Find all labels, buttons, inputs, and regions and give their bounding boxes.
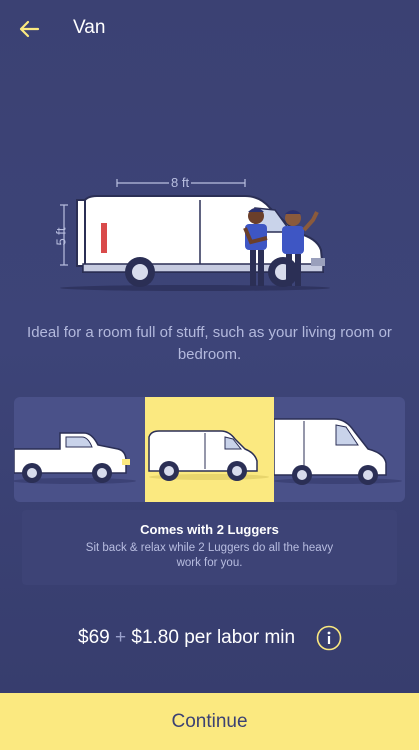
- luggers-subtitle: Sit back & relax while 2 Luggers do all …: [85, 542, 334, 569]
- header-bar: Van: [0, 0, 419, 58]
- van-illustration: [60, 195, 330, 291]
- price-summary: $69 + $1.80 per labor min: [78, 627, 295, 649]
- vehicle-selector: [14, 397, 405, 502]
- vehicle-option-box-van[interactable]: [273, 397, 405, 502]
- vehicle-option-cargo-van[interactable]: [145, 397, 274, 502]
- cargo-van-icon: [148, 430, 269, 481]
- vehicle-description: Ideal for a room full of stuff, such as …: [27, 324, 392, 363]
- box-van-icon: [273, 418, 402, 485]
- price-plus: +: [114, 627, 127, 648]
- price-rate: $1.80 per labor min: [131, 627, 296, 648]
- luggers-title: Comes with 2 Luggers: [140, 522, 279, 537]
- page-title: Van: [73, 17, 106, 38]
- info-icon[interactable]: [316, 625, 342, 651]
- continue-button[interactable]: Continue: [0, 693, 419, 750]
- pickup-truck-icon: [14, 432, 136, 484]
- luggers-info-card: Comes with 2 Luggers Sit back & relax wh…: [22, 510, 397, 585]
- vehicle-option-pickup-truck[interactable]: [14, 397, 145, 502]
- price-base: $69: [78, 627, 110, 648]
- arrow-left-icon[interactable]: [14, 14, 44, 44]
